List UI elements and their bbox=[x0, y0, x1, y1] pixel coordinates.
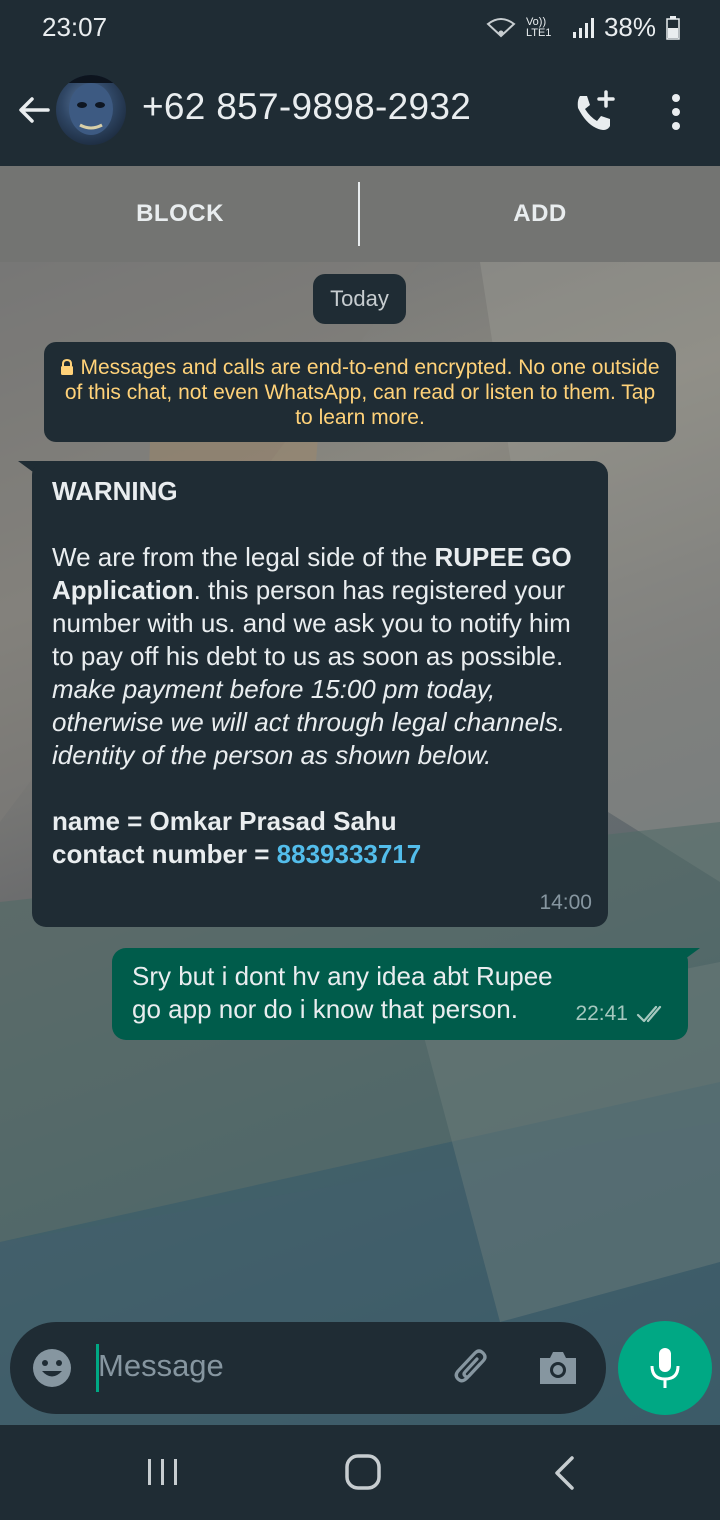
contact-label: contact number = bbox=[52, 839, 277, 869]
chat-header: +62 857-9898-2932 bbox=[0, 56, 720, 166]
outgoing-time: 22:41 bbox=[575, 1002, 628, 1025]
system-nav-bar bbox=[0, 1425, 720, 1520]
contact-title[interactable]: +62 857-9898-2932 bbox=[142, 86, 471, 128]
outgoing-message[interactable]: Sry but i dont hv any idea abt Rupee go … bbox=[112, 948, 688, 1040]
emoji-icon[interactable] bbox=[32, 1348, 72, 1388]
back-arrow-icon[interactable] bbox=[14, 90, 54, 130]
lock-icon bbox=[61, 359, 74, 375]
incoming-message[interactable]: WARNING We are from the legal side of th… bbox=[32, 461, 608, 927]
home-icon[interactable] bbox=[344, 1453, 382, 1491]
mic-button[interactable] bbox=[618, 1321, 712, 1415]
contact-number-link[interactable]: 8839333717 bbox=[277, 839, 422, 869]
status-bar: 23:07 Vo)) LTE1 38% bbox=[0, 0, 720, 56]
block-add-bar: BLOCK ADD bbox=[0, 166, 720, 262]
message-input[interactable]: Message bbox=[98, 1348, 224, 1384]
message-body: We are from the legal side of the RUPEE … bbox=[52, 541, 588, 772]
wifi-icon bbox=[486, 17, 516, 37]
encryption-text: Messages and calls are end-to-end encryp… bbox=[64, 356, 660, 429]
outgoing-text: Sry but i dont hv any idea abt Rupee go … bbox=[132, 961, 553, 1024]
body-italic: make payment before 15:00 pm today, othe… bbox=[52, 674, 566, 770]
camera-icon[interactable] bbox=[536, 1346, 580, 1390]
message-input-bar: Message bbox=[10, 1322, 606, 1414]
action-divider bbox=[358, 182, 360, 246]
more-vert-icon[interactable] bbox=[664, 92, 688, 132]
nav-back-icon[interactable] bbox=[552, 1455, 576, 1491]
incoming-time: 14:00 bbox=[539, 891, 592, 914]
message-heading: WARNING bbox=[52, 476, 178, 506]
body-text-1: We are from the legal side of the bbox=[52, 542, 435, 572]
block-button[interactable]: BLOCK bbox=[0, 166, 360, 262]
contact-line: contact number = 8839333717 bbox=[52, 838, 588, 871]
signal-icon bbox=[572, 17, 594, 38]
battery-icon bbox=[666, 15, 680, 40]
add-contact-button[interactable]: ADD bbox=[360, 166, 720, 262]
outgoing-meta: 22:41 bbox=[575, 997, 668, 1030]
avatar[interactable] bbox=[56, 75, 126, 145]
name-line: name = Omkar Prasad Sahu bbox=[52, 806, 397, 836]
network-label: Vo)) LTE1 bbox=[525, 15, 552, 39]
status-time: 23:07 bbox=[42, 12, 108, 42]
battery-percent: 38% bbox=[603, 12, 656, 42]
date-chip: Today bbox=[313, 274, 406, 324]
attach-icon[interactable] bbox=[450, 1344, 494, 1392]
mic-icon bbox=[650, 1348, 680, 1388]
encryption-notice[interactable]: Messages and calls are end-to-end encryp… bbox=[44, 342, 676, 442]
double-check-icon bbox=[636, 1005, 662, 1022]
add-call-icon[interactable] bbox=[572, 90, 616, 134]
recent-apps-icon[interactable] bbox=[146, 1457, 180, 1487]
